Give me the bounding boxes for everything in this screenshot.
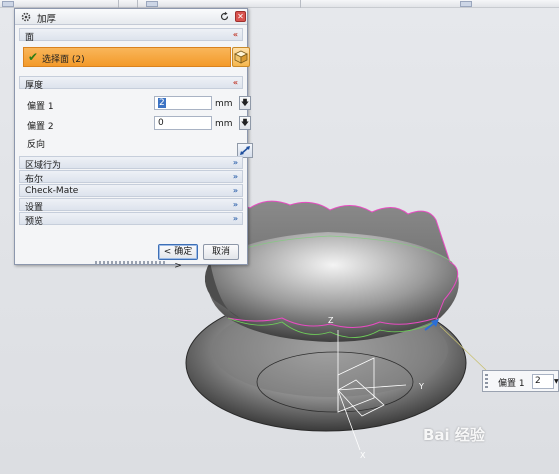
y-axis-label: Y xyxy=(419,382,424,391)
chevron-down-icon: » xyxy=(232,200,238,209)
offset1-label: 偏置 1 xyxy=(27,102,54,112)
floating-offset-input: 偏置 1 2 ▼ xyxy=(482,370,559,392)
dialog-title: 加厚 xyxy=(37,14,57,25)
toolbar-separator xyxy=(300,0,301,8)
section-face-header[interactable]: 面 « xyxy=(19,28,243,43)
toolbar-button[interactable] xyxy=(2,1,14,7)
toolbar-separator xyxy=(137,0,138,8)
offset2-unit: mm xyxy=(215,119,233,129)
floating-offset-label: 偏置 1 xyxy=(498,379,525,389)
chevron-down-icon: » xyxy=(232,214,238,223)
select-face-label: 选择面 (2) xyxy=(42,55,85,65)
chevron-down-icon: » xyxy=(232,186,238,195)
chevron-down-icon: » xyxy=(232,158,238,167)
checkmark-icon: ✔ xyxy=(28,50,39,64)
x-axis-label: X xyxy=(360,451,366,460)
watermark: Bai 经验 xyxy=(423,426,485,444)
ok-button[interactable]: < 确定 > xyxy=(158,244,198,271)
offset2-input[interactable]: 0 xyxy=(154,116,212,130)
cube-icon xyxy=(234,50,248,64)
reset-icon[interactable] xyxy=(219,11,230,22)
z-axis-label: Z xyxy=(328,316,334,325)
floating-offset-field[interactable]: 2 xyxy=(532,374,554,389)
reverse-label: 反向 xyxy=(27,140,46,150)
offset1-unit: mm xyxy=(215,99,233,109)
toolbar-button[interactable] xyxy=(460,1,472,7)
section-preview[interactable]: 预览 » xyxy=(19,212,243,227)
offset1-input[interactable]: 2 xyxy=(154,96,212,110)
section-settings[interactable]: 设置 » xyxy=(19,198,243,213)
toolbar-separator xyxy=(118,0,119,8)
select-face-row[interactable]: ✔ 选择面 (2) xyxy=(23,47,231,67)
close-button[interactable]: ✕ xyxy=(235,11,246,22)
top-toolbar xyxy=(0,0,559,8)
drag-handle[interactable] xyxy=(485,374,488,389)
dropdown-arrow-icon[interactable]: ▼ xyxy=(554,374,559,389)
dialog-titlebar[interactable]: 加厚 ✕ xyxy=(15,9,247,25)
chevron-down-icon: » xyxy=(232,172,238,181)
section-thickness-header[interactable]: 厚度 « xyxy=(19,76,243,91)
section-label: 预览 xyxy=(25,217,44,227)
thicken-dialog: 加厚 ✕ 面 « ✔ 选择面 (2) 厚度 « 偏置 1 2 mm 🡇 偏置 2… xyxy=(14,8,253,271)
chevron-up-icon: « xyxy=(232,30,238,39)
gear-icon xyxy=(21,12,31,22)
section-thickness-label: 厚度 xyxy=(25,81,44,91)
section-check-mate[interactable]: Check-Mate » xyxy=(19,184,243,197)
section-region-behavior[interactable]: 区域行为 » xyxy=(19,156,243,171)
section-boolean[interactable]: 布尔 » xyxy=(19,170,243,185)
section-face-label: 面 xyxy=(25,33,35,43)
toolbar-button[interactable] xyxy=(146,1,158,7)
cancel-button[interactable]: 取消 xyxy=(203,244,239,260)
select-face-button[interactable] xyxy=(232,47,250,67)
offset2-label: 偏置 2 xyxy=(27,122,54,132)
resize-grip[interactable] xyxy=(95,261,165,264)
section-label: Check-Mate xyxy=(25,186,79,196)
offset1-menu-button[interactable]: 🡇 xyxy=(239,96,251,110)
chevron-up-icon: « xyxy=(232,78,238,87)
offset2-menu-button[interactable]: 🡇 xyxy=(239,116,251,130)
